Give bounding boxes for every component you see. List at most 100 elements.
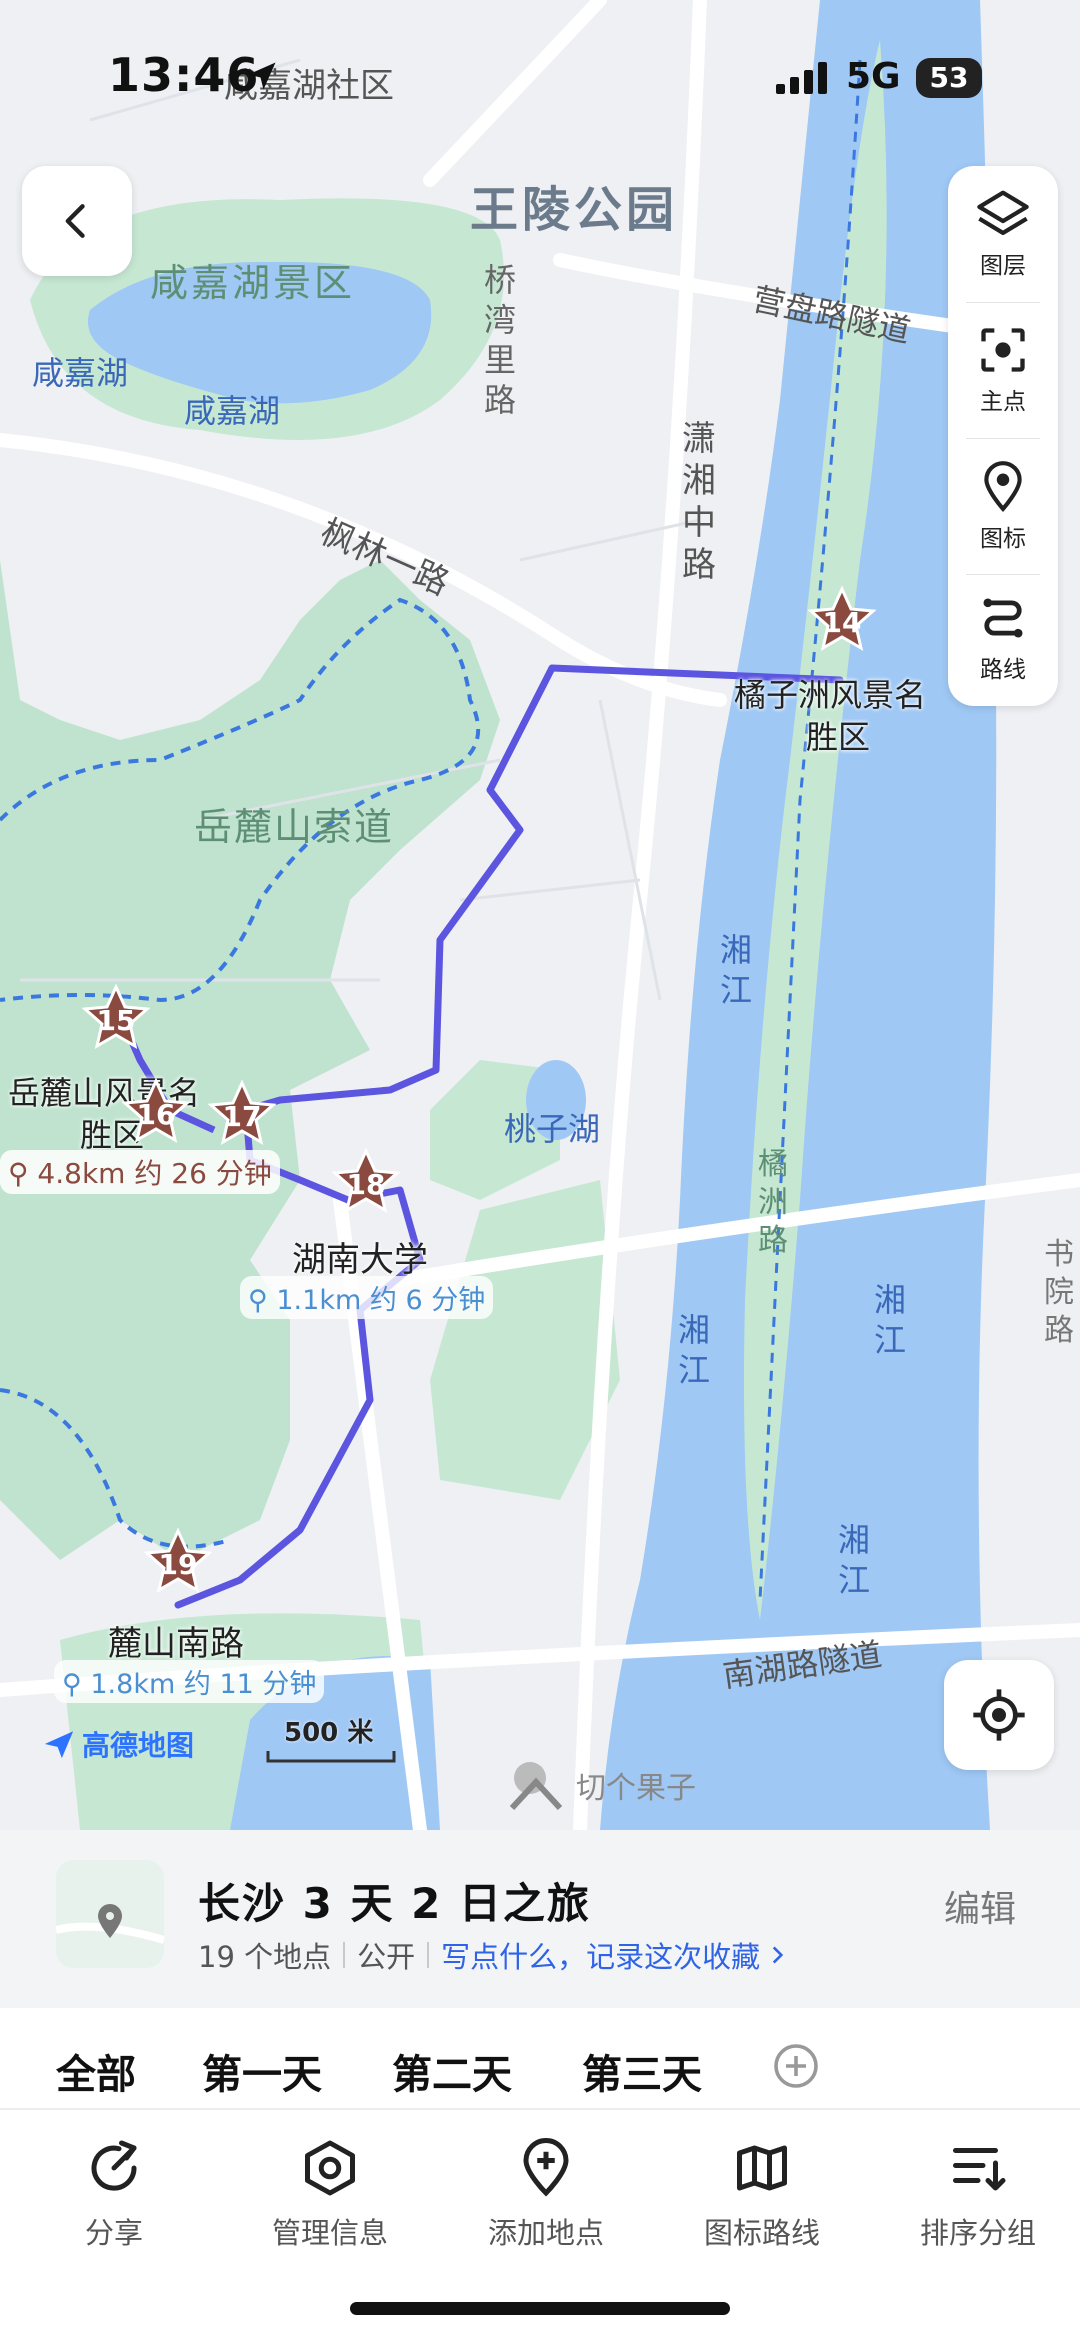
place-count: 19 个地点 [198, 1940, 332, 1974]
pin-icon [984, 461, 1022, 512]
watermark-text: 切个果子 [576, 1771, 696, 1806]
poi-number: 15 [96, 1004, 136, 1037]
share-button[interactable]: 分享 [6, 2110, 222, 2280]
route-duration: 约 26 分钟 [134, 1157, 272, 1190]
label-xiangjiang-4: 湘江 [838, 1521, 871, 1599]
icon-label: 图标 [980, 526, 1026, 552]
route-distance: 1.8km [90, 1669, 176, 1700]
scale-bar [266, 1751, 396, 1763]
poi-number: 17 [222, 1100, 262, 1133]
route-icon [983, 598, 1023, 638]
route-distance: 4.8km [37, 1157, 126, 1190]
network-type: 5G [846, 56, 901, 97]
route-info-segment-1: ⚲ 4.8km 约 26 分钟 [0, 1150, 280, 1194]
status-time: 13:46 [108, 48, 260, 102]
tab-day-2[interactable]: 第二天 [392, 2042, 512, 2100]
trip-title: 长沙 3 天 2 日之旅 [198, 1879, 591, 1928]
crosshair-icon [973, 1689, 1025, 1741]
label-xiangjiang-1: 湘江 [720, 931, 753, 1009]
focus-icon [981, 328, 1025, 372]
poi-number: 16 [136, 1098, 176, 1131]
route-info-segment-2: ⚲ 1.1km 约 6 分钟 [240, 1276, 494, 1319]
manage-info-label: 管理信息 [271, 2216, 388, 2250]
chevron-left-icon [65, 204, 85, 238]
poi-marker-18[interactable]: 18 [331, 1147, 401, 1216]
poi-label-juzizhou-2: 胜区 [806, 718, 871, 756]
map-scale: 500 米 [266, 1712, 396, 1763]
separator [343, 1942, 346, 1968]
map-route-icon [737, 2145, 787, 2191]
add-place-label: 添加地点 [487, 2216, 604, 2250]
locate-me-button[interactable] [944, 1660, 1054, 1770]
label-taozi-lake: 桃子湖 [504, 1110, 601, 1148]
icon-button[interactable]: 图标 [948, 438, 1058, 574]
poi-label-lushan-south-road: 麓山南路 [108, 1624, 244, 1664]
route-info-segment-3: ⚲ 1.8km 约 11 分钟 [54, 1660, 325, 1703]
tab-day-3[interactable]: 第三天 [582, 2042, 702, 2100]
trip-thumbnail[interactable] [56, 1860, 164, 1968]
route-button[interactable]: 路线 [948, 570, 1058, 706]
bottom-toolbar: 分享 管理信息 添加地点 图标路线 排序分组 [0, 2110, 1080, 2290]
label-xiaoxiang-road: 潇湘中路 [682, 419, 716, 585]
label-xiangjiang-2: 湘江 [874, 1281, 907, 1359]
edit-button[interactable]: 编辑 [944, 1880, 1016, 1932]
signal-icon [776, 62, 827, 94]
focus-button[interactable]: 主点 [948, 302, 1058, 438]
poi-marker-14[interactable]: 14 [807, 585, 877, 654]
bike-icon: ⚲ [62, 1669, 82, 1700]
layers-button[interactable]: 图层 [948, 166, 1058, 302]
home-indicator[interactable] [350, 2302, 730, 2315]
label-yuelu-cableway: 岳麓山索道 [194, 805, 395, 849]
poi-label-hunan-university: 湖南大学 [292, 1240, 428, 1280]
map-thumbnail-icon [56, 1860, 164, 1968]
chevron-right-icon [772, 1946, 784, 1964]
manage-info-button[interactable]: 管理信息 [222, 2110, 438, 2280]
poi-number: 18 [346, 1168, 386, 1201]
amap-logo-icon [44, 1731, 74, 1759]
trip-meta: 19 个地点 公开 写点什么，记录这次收藏 [198, 1934, 790, 1976]
sort-group-label: 排序分组 [919, 2216, 1036, 2250]
tab-day-1[interactable]: 第一天 [202, 2042, 322, 2100]
route-label: 路线 [980, 657, 1026, 683]
tab-all[interactable]: 全部 [56, 2042, 136, 2100]
manage-icon [305, 2140, 355, 2196]
add-day-icon[interactable] [772, 2042, 820, 2090]
location-arrow-icon [248, 62, 276, 90]
share-label: 分享 [84, 2216, 143, 2250]
poi-marker-19[interactable]: 19 [143, 1527, 213, 1596]
label-qiaowanli-road: 桥湾里路 [484, 261, 517, 419]
poi-marker-17[interactable]: 17 [207, 1079, 277, 1148]
poi-number: 19 [158, 1548, 198, 1581]
back-button[interactable] [22, 166, 132, 276]
focus-label: 主点 [980, 389, 1026, 415]
day-tabs: 全部 第一天 第二天 第三天 [0, 2008, 1080, 2108]
add-place-button[interactable]: 添加地点 [438, 2110, 654, 2280]
label-wangling-park: 王陵公园 [470, 182, 679, 238]
brand-name: 高德地图 [82, 1729, 195, 1762]
watermark-logo-icon [509, 1762, 563, 1811]
bike-icon: ⚲ [248, 1285, 268, 1316]
sort-group-button[interactable]: 排序分组 [870, 2110, 1080, 2280]
label-xianjiahu-1: 咸嘉湖 [32, 354, 129, 392]
layers-label: 图层 [980, 253, 1026, 279]
map-tools-panel: 图层 主点 图标 路线 [948, 166, 1058, 706]
icon-route-label: 图标路线 [703, 2216, 820, 2250]
route-distance: 1.1km [276, 1285, 362, 1316]
battery-level: 53 [916, 58, 982, 98]
share-icon [91, 2140, 137, 2191]
trip-info-panel[interactable]: 长沙 3 天 2 日之旅 19 个地点 公开 写点什么，记录这次收藏 编辑 [0, 1830, 1080, 2008]
add-note-link[interactable]: 写点什么，记录这次收藏 [441, 1934, 760, 1976]
map-view[interactable]: 咸嘉湖社区 王陵公园 咸嘉湖景区 咸嘉湖 咸嘉湖 桥湾里路 营盘路隧道 潇湘中路… [0, 0, 1080, 1830]
layers-icon [977, 190, 1029, 236]
label-xianjiahu-scenic: 咸嘉湖景区 [150, 261, 356, 305]
label-xianjiahu-2: 咸嘉湖 [184, 392, 281, 430]
add-place-icon [523, 2138, 569, 2197]
poi-label-juzizhou-1: 橘子洲风景名 [734, 676, 927, 714]
icon-route-button[interactable]: 图标路线 [654, 2110, 870, 2280]
route-duration: 约 11 分钟 [183, 1669, 317, 1700]
poi-marker-16[interactable]: 16 [121, 1077, 191, 1146]
route-duration: 约 6 分钟 [369, 1285, 486, 1316]
poi-marker-15[interactable]: 15 [81, 983, 151, 1052]
watermark: 切个果子 [508, 1758, 696, 1812]
poi-number: 14 [822, 606, 862, 639]
